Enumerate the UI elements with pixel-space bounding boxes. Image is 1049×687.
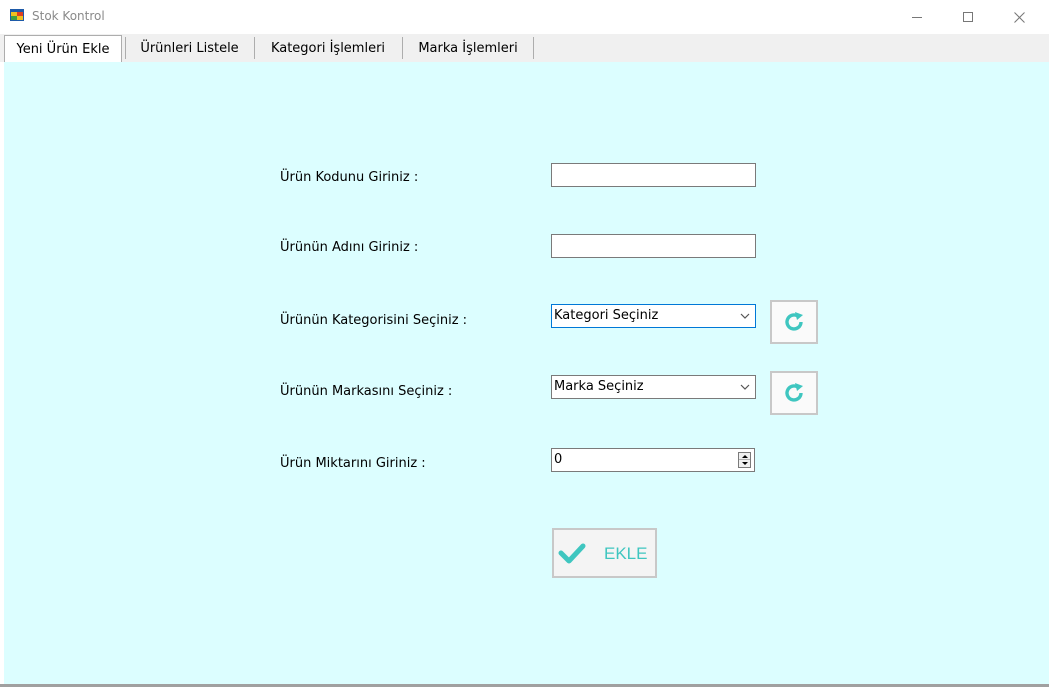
app-window: Stok Kontrol Yeni Ürün Ekle Ürünleri Lis… bbox=[0, 0, 1049, 687]
tab-kategori-islemleri[interactable]: Kategori İşlemleri bbox=[256, 36, 400, 60]
chevron-down-icon bbox=[740, 384, 750, 390]
category-select-value: Kategori Seçiniz bbox=[554, 308, 659, 323]
quantity-decrement-button[interactable] bbox=[739, 460, 750, 467]
product-name-label: Ürünün Adını Giriniz : bbox=[280, 240, 419, 255]
maximize-icon bbox=[963, 12, 973, 22]
quantity-spin-buttons bbox=[738, 452, 751, 468]
product-brand-label: Ürünün Markasını Seçiniz : bbox=[280, 384, 453, 399]
checkmark-icon bbox=[558, 543, 586, 564]
close-icon bbox=[1013, 11, 1025, 23]
minimize-icon bbox=[912, 16, 922, 18]
category-select[interactable]: Kategori Seçiniz bbox=[551, 304, 756, 328]
title-bar[interactable]: Stok Kontrol bbox=[0, 0, 1049, 34]
tab-strip: Yeni Ürün Ekle Ürünleri Listele Kategori… bbox=[0, 34, 1049, 62]
quantity-increment-button[interactable] bbox=[739, 453, 750, 460]
arrow-up-icon bbox=[741, 454, 748, 458]
brand-select[interactable]: Marka Seçiniz bbox=[551, 375, 756, 399]
tab-separator bbox=[533, 37, 534, 59]
brand-select-value: Marka Seçiniz bbox=[554, 379, 644, 394]
minimize-button[interactable] bbox=[894, 0, 940, 34]
app-window-icon bbox=[10, 9, 24, 21]
refresh-brands-button[interactable] bbox=[770, 371, 818, 415]
quantity-stepper[interactable]: 0 bbox=[551, 448, 755, 472]
add-product-button[interactable]: EKLE bbox=[552, 528, 657, 578]
tab-yeni-urun-ekle[interactable]: Yeni Ürün Ekle bbox=[4, 35, 122, 62]
refresh-icon bbox=[785, 312, 803, 331]
tab-marka-islemleri[interactable]: Marka İşlemleri bbox=[404, 36, 532, 60]
product-quantity-label: Ürün Miktarını Giriniz : bbox=[280, 456, 426, 471]
tab-separator bbox=[402, 37, 403, 59]
product-category-label: Ürünün Kategorisini Seçiniz : bbox=[280, 313, 468, 328]
quantity-value: 0 bbox=[554, 452, 563, 467]
add-product-button-label: EKLE bbox=[604, 544, 648, 563]
window-title: Stok Kontrol bbox=[32, 9, 105, 23]
tab-urunleri-listele[interactable]: Ürünleri Listele bbox=[127, 36, 252, 60]
close-button[interactable] bbox=[996, 0, 1042, 34]
product-name-input[interactable] bbox=[551, 234, 756, 258]
tab-separator bbox=[125, 37, 126, 59]
product-code-label: Ürün Kodunu Giriniz : bbox=[280, 170, 419, 185]
product-code-input[interactable] bbox=[551, 163, 756, 187]
tab-page-yeni-urun-ekle bbox=[4, 62, 1049, 684]
tab-separator bbox=[254, 37, 255, 59]
maximize-button[interactable] bbox=[945, 0, 991, 34]
chevron-down-icon bbox=[740, 313, 750, 319]
refresh-categories-button[interactable] bbox=[770, 300, 818, 344]
refresh-icon bbox=[785, 383, 803, 402]
arrow-down-icon bbox=[741, 462, 748, 465]
